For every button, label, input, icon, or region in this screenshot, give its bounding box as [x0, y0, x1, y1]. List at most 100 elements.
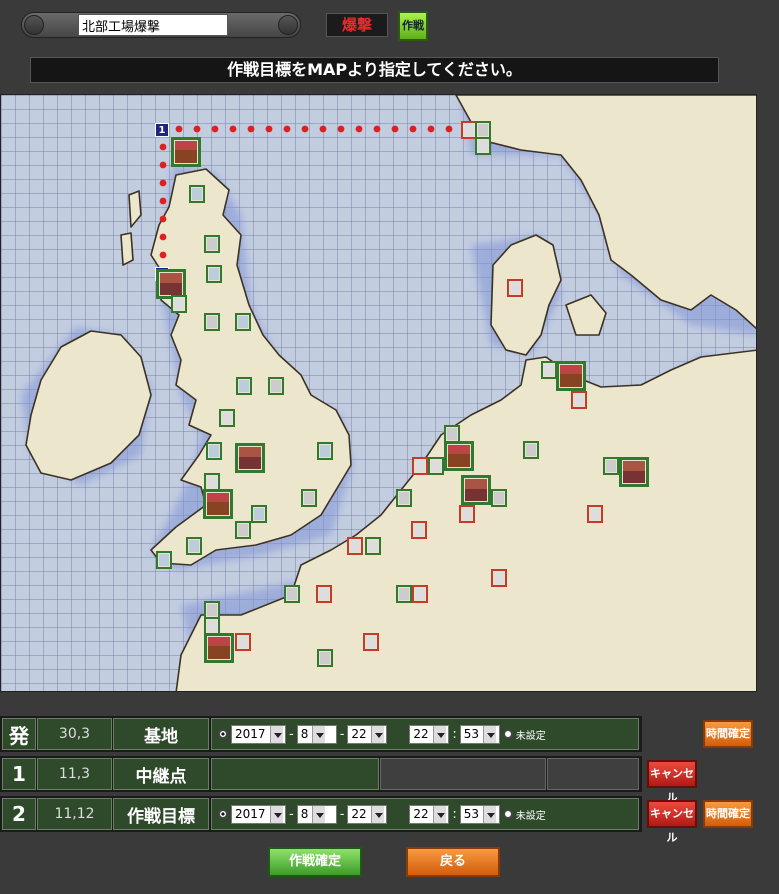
oil-derrick-icon[interactable]: [523, 441, 539, 459]
oil-derrick-icon[interactable]: [284, 585, 300, 603]
unset-label: 未設定: [515, 810, 546, 822]
pill-left-cap: [24, 15, 44, 35]
oil-derrick-icon[interactable]: [235, 521, 251, 539]
month-select[interactable]: 8: [296, 804, 337, 824]
month-select[interactable]: 8: [296, 724, 337, 744]
flag-icon[interactable]: [235, 313, 251, 331]
radio-icon[interactable]: [502, 729, 513, 739]
flag-icon[interactable]: [156, 551, 172, 569]
flag-icon[interactable]: [189, 185, 205, 203]
flag-icon[interactable]: [206, 442, 222, 460]
waypoint-marker-1[interactable]: 1: [155, 123, 169, 137]
radio-icon[interactable]: [218, 809, 228, 819]
flag-icon[interactable]: [412, 585, 428, 603]
set-time-button-origin[interactable]: 時間確定: [703, 720, 753, 748]
flag-icon[interactable]: [236, 377, 252, 395]
hour-select[interactable]: 22: [409, 724, 450, 744]
map-land: [21, 95, 756, 691]
oil-derrick-icon[interactable]: [268, 377, 284, 395]
oil-tank-icon[interactable]: [365, 537, 381, 555]
cancel-button-2[interactable]: キャンセル: [647, 800, 697, 844]
dropdown-arrow-icon: [312, 725, 326, 743]
oil-tank-icon[interactable]: [219, 409, 235, 427]
instruction-banner: 作戦目標をMAPより指定してください。: [30, 57, 719, 83]
mission-name-input[interactable]: [78, 14, 228, 36]
flag-icon[interactable]: [412, 457, 428, 475]
operation-button[interactable]: 作戦: [398, 11, 428, 41]
factory-icon[interactable]: [171, 137, 201, 167]
flag-icon[interactable]: [587, 505, 603, 523]
oil-derrick-icon[interactable]: [301, 489, 317, 507]
dropdown-arrow-icon: [432, 725, 446, 743]
oil-derrick-icon[interactable]: [396, 489, 412, 507]
factory-icon[interactable]: [444, 441, 474, 471]
hour-select[interactable]: 22: [409, 804, 450, 824]
flag-icon[interactable]: [186, 537, 202, 555]
flag-icon[interactable]: [316, 585, 332, 603]
target-row: 2 11,12 作戦目標 2017 - 8 - 22 22 : 53 未設定: [0, 796, 642, 832]
day-select[interactable]: 22: [347, 724, 388, 744]
flag-icon[interactable]: [235, 633, 251, 651]
dropdown-arrow-icon: [483, 725, 497, 743]
oil-tank-icon[interactable]: [475, 137, 491, 155]
dropdown-arrow-icon: [269, 725, 283, 743]
flag-icon[interactable]: [411, 521, 427, 539]
factory-icon[interactable]: [461, 475, 491, 505]
flag-icon[interactable]: [347, 537, 363, 555]
factory-icon[interactable]: [203, 489, 233, 519]
dropdown-arrow-icon: [370, 805, 384, 823]
oil-derrick-icon[interactable]: [204, 313, 220, 331]
oil-tank-icon[interactable]: [428, 457, 444, 475]
row-coord: 30,3: [37, 718, 112, 750]
oil-derrick-icon[interactable]: [396, 585, 412, 603]
unset-label: 未設定: [515, 730, 546, 742]
factory-icon[interactable]: [235, 443, 265, 473]
minute-select[interactable]: 53: [459, 724, 500, 744]
flag-icon[interactable]: [491, 569, 507, 587]
factory-icon[interactable]: [556, 361, 586, 391]
row-empty-cell: [547, 758, 639, 790]
radio-icon[interactable]: [218, 729, 228, 739]
confirm-operation-button[interactable]: 作戦確定: [268, 847, 362, 877]
oil-derrick-icon[interactable]: [603, 457, 619, 475]
dropdown-arrow-icon: [483, 805, 497, 823]
oil-derrick-icon[interactable]: [317, 649, 333, 667]
origin-row: 発 30,3 基地 2017 - 8 - 22 22 : 53 未設定: [0, 716, 642, 752]
row-label: 1: [2, 758, 36, 790]
pill-right-cap: [278, 15, 298, 35]
radio-icon[interactable]: [502, 809, 513, 819]
year-select[interactable]: 2017: [231, 724, 286, 744]
flag-icon[interactable]: [363, 633, 379, 651]
cancel-button-1[interactable]: キャンセル: [647, 760, 697, 804]
map[interactable]: 1 2: [0, 94, 757, 692]
back-button[interactable]: 戻る: [406, 847, 500, 877]
minute-select[interactable]: 53: [459, 804, 500, 824]
dropdown-arrow-icon: [269, 805, 283, 823]
flag-icon[interactable]: [571, 391, 587, 409]
flag-icon[interactable]: [459, 505, 475, 523]
row-empty-cell: [380, 758, 546, 790]
oil-derrick-icon[interactable]: [491, 489, 507, 507]
flag-icon[interactable]: [206, 265, 222, 283]
waypoint-1-row: 1 11,3 中継点: [0, 756, 642, 792]
row-empty-cell: [211, 758, 379, 790]
flag-icon[interactable]: [251, 505, 267, 523]
flag-icon[interactable]: [317, 442, 333, 460]
flag-icon[interactable]: [507, 279, 523, 297]
set-time-button-target[interactable]: 時間確定: [703, 800, 753, 828]
factory-icon[interactable]: [204, 633, 234, 663]
year-select[interactable]: 2017: [231, 804, 286, 824]
time-picker: 2017 - 8 - 22 22 : 53 未設定: [211, 718, 639, 750]
row-type: 中継点: [113, 758, 209, 790]
day-select[interactable]: 22: [347, 804, 388, 824]
dropdown-arrow-icon: [432, 805, 446, 823]
dropdown-arrow-icon: [312, 805, 326, 823]
oil-tank-icon[interactable]: [541, 361, 557, 379]
oil-tank-icon[interactable]: [171, 295, 187, 313]
dropdown-arrow-icon: [370, 725, 384, 743]
row-label: 発: [2, 718, 36, 750]
time-picker: 2017 - 8 - 22 22 : 53 未設定: [211, 798, 639, 830]
factory-icon[interactable]: [619, 457, 649, 487]
oil-derrick-icon[interactable]: [204, 235, 220, 253]
row-coord: 11,12: [37, 798, 112, 830]
